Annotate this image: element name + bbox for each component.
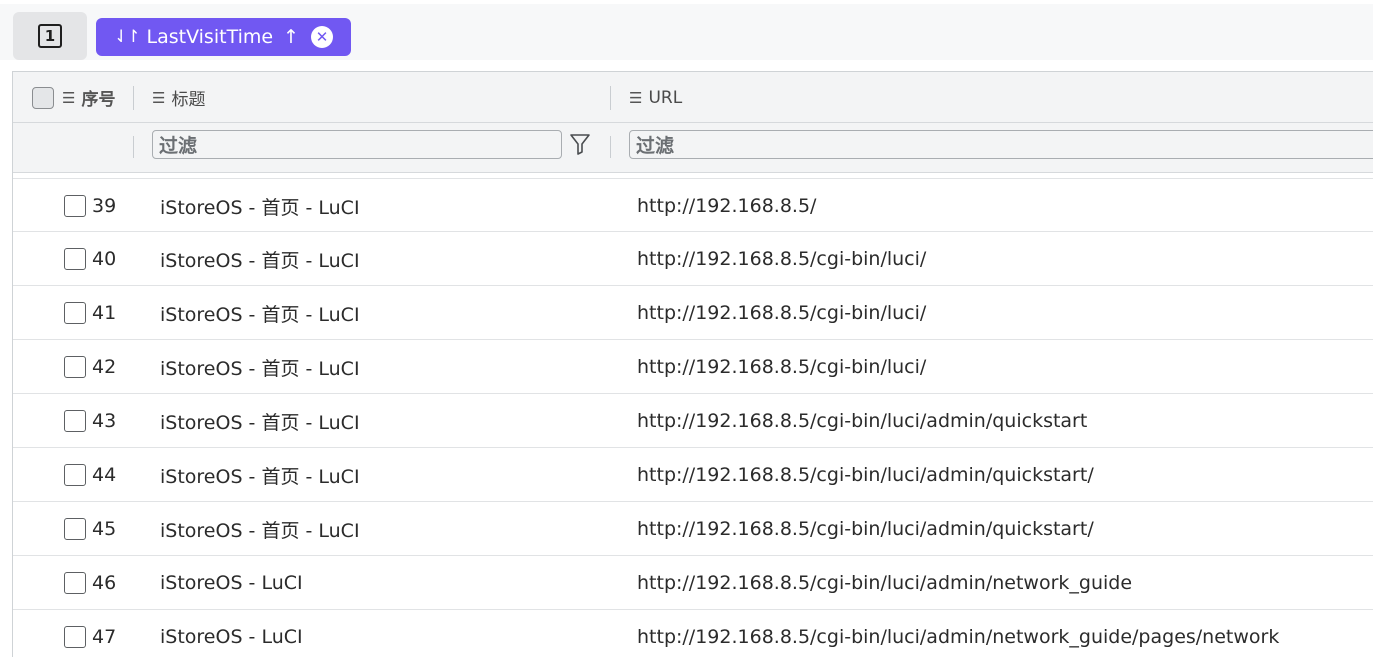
title-filter-input[interactable]: 过滤 (152, 130, 562, 159)
row-index: 44 (92, 464, 117, 486)
title-filter-placeholder: 过滤 (159, 135, 198, 157)
column-divider[interactable] (610, 86, 611, 110)
row-checkbox[interactable] (64, 518, 86, 540)
row-title: iStoreOS - LuCI (160, 626, 303, 648)
column-divider (610, 136, 611, 158)
row-index: 43 (92, 410, 117, 432)
page-counter-button[interactable]: 1 (13, 12, 87, 60)
table-row[interactable]: 47 iStoreOS - LuCI http://192.168.8.5/cgi-… (13, 610, 1373, 657)
url-filter-input[interactable]: 过滤 (629, 130, 1373, 159)
list-icon: ☰ (62, 88, 76, 107)
row-checkbox[interactable] (64, 248, 86, 270)
row-index: 45 (92, 518, 117, 540)
table-row[interactable]: 46 iStoreOS - LuCI http://192.168.8.5/cgi-… (13, 556, 1373, 610)
table-row[interactable]: 39 iStoreOS - 首页 - LuCI http://192.168.8.5… (13, 178, 1373, 232)
column-header-title-label: 标题 (171, 90, 206, 110)
row-url: http://192.168.8.5/cgi-bin/luci/admin/ne… (637, 572, 1133, 594)
filter-icon[interactable] (569, 132, 591, 156)
toolbar: 1 ⇃↾ LastVisitTime ↑ ✕ (0, 0, 1373, 60)
row-title: iStoreOS - LuCI (160, 572, 303, 594)
row-index: 41 (92, 302, 117, 324)
table-row[interactable]: 40 iStoreOS - 首页 - LuCI http://192.168.8.5… (13, 232, 1373, 286)
row-title: iStoreOS - 首页 - LuCI (160, 411, 360, 434)
table-row[interactable]: 44 iStoreOS - 首页 - LuCI http://192.168.8.5… (13, 448, 1373, 502)
table-row[interactable]: 42 iStoreOS - 首页 - LuCI http://192.168.8.5… (13, 340, 1373, 394)
column-header-url[interactable]: ☰ URL (629, 72, 682, 123)
row-index: 40 (92, 248, 117, 270)
grid-body: 39 iStoreOS - 首页 - LuCI http://192.168.8.5… (13, 178, 1373, 657)
column-divider[interactable] (133, 86, 134, 110)
row-url: http://192.168.8.5/cgi-bin/luci/admin/qu… (637, 410, 1088, 432)
row-url: http://192.168.8.5/ (637, 195, 817, 217)
sort-chip[interactable]: ⇃↾ LastVisitTime ↑ ✕ (96, 18, 351, 56)
row-title: iStoreOS - 首页 - LuCI (160, 303, 360, 326)
row-checkbox[interactable] (64, 195, 86, 217)
list-icon: ☰ (152, 88, 166, 107)
row-index: 47 (92, 626, 117, 648)
table-row[interactable]: 41 iStoreOS - 首页 - LuCI http://192.168.8.5… (13, 286, 1373, 340)
list-icon: ☰ (629, 88, 643, 107)
row-url: http://192.168.8.5/cgi-bin/luci/admin/ne… (637, 626, 1280, 648)
row-url: http://192.168.8.5/cgi-bin/luci/admin/qu… (637, 464, 1094, 486)
row-url: http://192.168.8.5/cgi-bin/luci/ (637, 248, 927, 270)
table-row[interactable]: 43 iStoreOS - 首页 - LuCI http://192.168.8.5… (13, 394, 1373, 448)
column-header-title[interactable]: ☰ 标题 (152, 72, 205, 123)
column-divider (133, 136, 134, 158)
select-all-checkbox[interactable] (32, 87, 54, 109)
row-url: http://192.168.8.5/cgi-bin/luci/ (637, 302, 927, 324)
sort-ascending-icon[interactable]: ↑ (283, 26, 299, 48)
filter-row: 过滤 过滤 (13, 123, 1373, 173)
row-checkbox[interactable] (64, 410, 86, 432)
column-header-url-label: URL (648, 87, 683, 108)
counter-box-icon: 1 (38, 24, 62, 48)
sort-field-label: LastVisitTime (146, 26, 274, 48)
row-checkbox[interactable] (64, 356, 86, 378)
remove-sort-icon[interactable]: ✕ (310, 26, 333, 48)
row-url: http://192.168.8.5/cgi-bin/luci/admin/qu… (637, 518, 1094, 540)
row-index: 42 (92, 356, 117, 378)
row-title: iStoreOS - 首页 - LuCI (160, 465, 360, 488)
grid-header: ☰ 序号 ☰ 标题 ☰ URL (13, 72, 1373, 123)
row-url: http://192.168.8.5/cgi-bin/luci/ (637, 356, 927, 378)
column-header-index-label: 序号 (81, 90, 116, 110)
row-index: 46 (92, 572, 117, 594)
row-title: iStoreOS - 首页 - LuCI (160, 196, 360, 219)
row-checkbox[interactable] (64, 572, 86, 594)
row-checkbox[interactable] (64, 626, 86, 648)
sort-icon: ⇃↾ (114, 27, 140, 47)
row-title: iStoreOS - 首页 - LuCI (160, 249, 360, 272)
row-title: iStoreOS - 首页 - LuCI (160, 357, 360, 380)
counter-label: 1 (44, 26, 56, 45)
row-checkbox[interactable] (64, 302, 86, 324)
column-header-index[interactable]: ☰ 序号 (62, 72, 115, 123)
data-grid: ☰ 序号 ☰ 标题 ☰ URL 过滤 过滤 39 iStoreOS - 首页 - … (12, 71, 1373, 657)
url-filter-placeholder: 过滤 (636, 135, 675, 157)
table-row[interactable]: 45 iStoreOS - 首页 - LuCI http://192.168.8.5… (13, 502, 1373, 556)
row-index: 39 (92, 195, 117, 217)
row-title: iStoreOS - 首页 - LuCI (160, 519, 360, 542)
row-checkbox[interactable] (64, 464, 86, 486)
